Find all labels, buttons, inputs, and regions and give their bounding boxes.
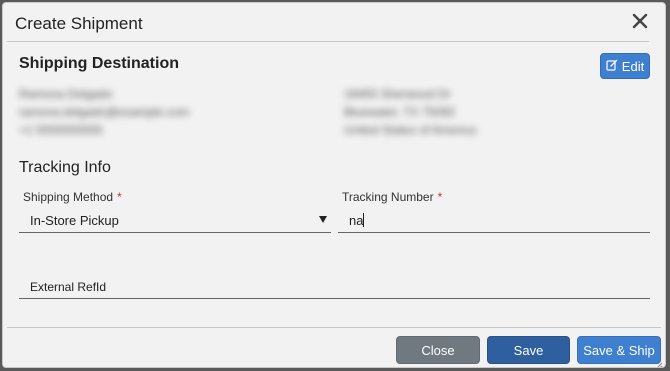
tracking-number-input[interactable]: na bbox=[338, 209, 650, 233]
destination-country: United States of America bbox=[344, 123, 477, 137]
shipping-method-select[interactable]: In-Store Pickup bbox=[19, 209, 331, 233]
modal-header: Create Shipment bbox=[7, 3, 649, 42]
text-cursor bbox=[363, 213, 365, 227]
resize-grip-icon[interactable] bbox=[655, 357, 663, 367]
edit-button-label: Edit bbox=[621, 58, 645, 74]
tracking-number-text: na bbox=[349, 213, 364, 228]
edit-destination-button[interactable]: Edit bbox=[600, 53, 650, 79]
destination-address-block: 18455 Sherwood Dr Bluewater, TX 75092 Un… bbox=[344, 85, 476, 139]
shipping-destination-heading: Shipping Destination bbox=[19, 55, 179, 72]
destination-email: ramona.delgado@example.com bbox=[19, 105, 190, 119]
tracking-number-label: Tracking Number * bbox=[342, 190, 442, 204]
required-mark: * bbox=[437, 190, 443, 204]
save-and-ship-button[interactable]: Save & Ship bbox=[577, 336, 661, 364]
destination-contact-block: Ramona Delgado ramona.delgado@example.co… bbox=[19, 85, 189, 139]
required-mark: * bbox=[117, 190, 122, 204]
close-button[interactable]: Close bbox=[396, 336, 480, 364]
external-ref-input[interactable]: External RefId bbox=[19, 275, 650, 299]
create-shipment-modal: Create Shipment Shipping Destination Edi… bbox=[2, 2, 666, 368]
tracking-number-value: na bbox=[349, 213, 365, 228]
save-button[interactable]: Save bbox=[487, 336, 570, 364]
modal-title: Create Shipment bbox=[15, 14, 143, 33]
close-icon[interactable] bbox=[629, 10, 651, 32]
destination-city: Bluewater, TX 75092 bbox=[344, 105, 456, 119]
shipping-method-label-text: Shipping Method bbox=[23, 190, 114, 204]
destination-phone: +1 5555555555 bbox=[19, 123, 103, 137]
chevron-down-icon bbox=[319, 216, 327, 223]
destination-name: Ramona Delgado bbox=[19, 87, 113, 101]
shipping-method-value: In-Store Pickup bbox=[30, 213, 119, 228]
external-ref-placeholder: External RefId bbox=[30, 280, 107, 294]
destination-street: 18455 Sherwood Dr bbox=[344, 87, 451, 101]
footer-divider bbox=[7, 327, 661, 328]
tracking-number-label-text: Tracking Number bbox=[342, 190, 434, 204]
edit-icon bbox=[606, 59, 618, 74]
shipping-method-label: Shipping Method * bbox=[23, 190, 122, 204]
tracking-info-heading: Tracking Info bbox=[19, 159, 111, 176]
